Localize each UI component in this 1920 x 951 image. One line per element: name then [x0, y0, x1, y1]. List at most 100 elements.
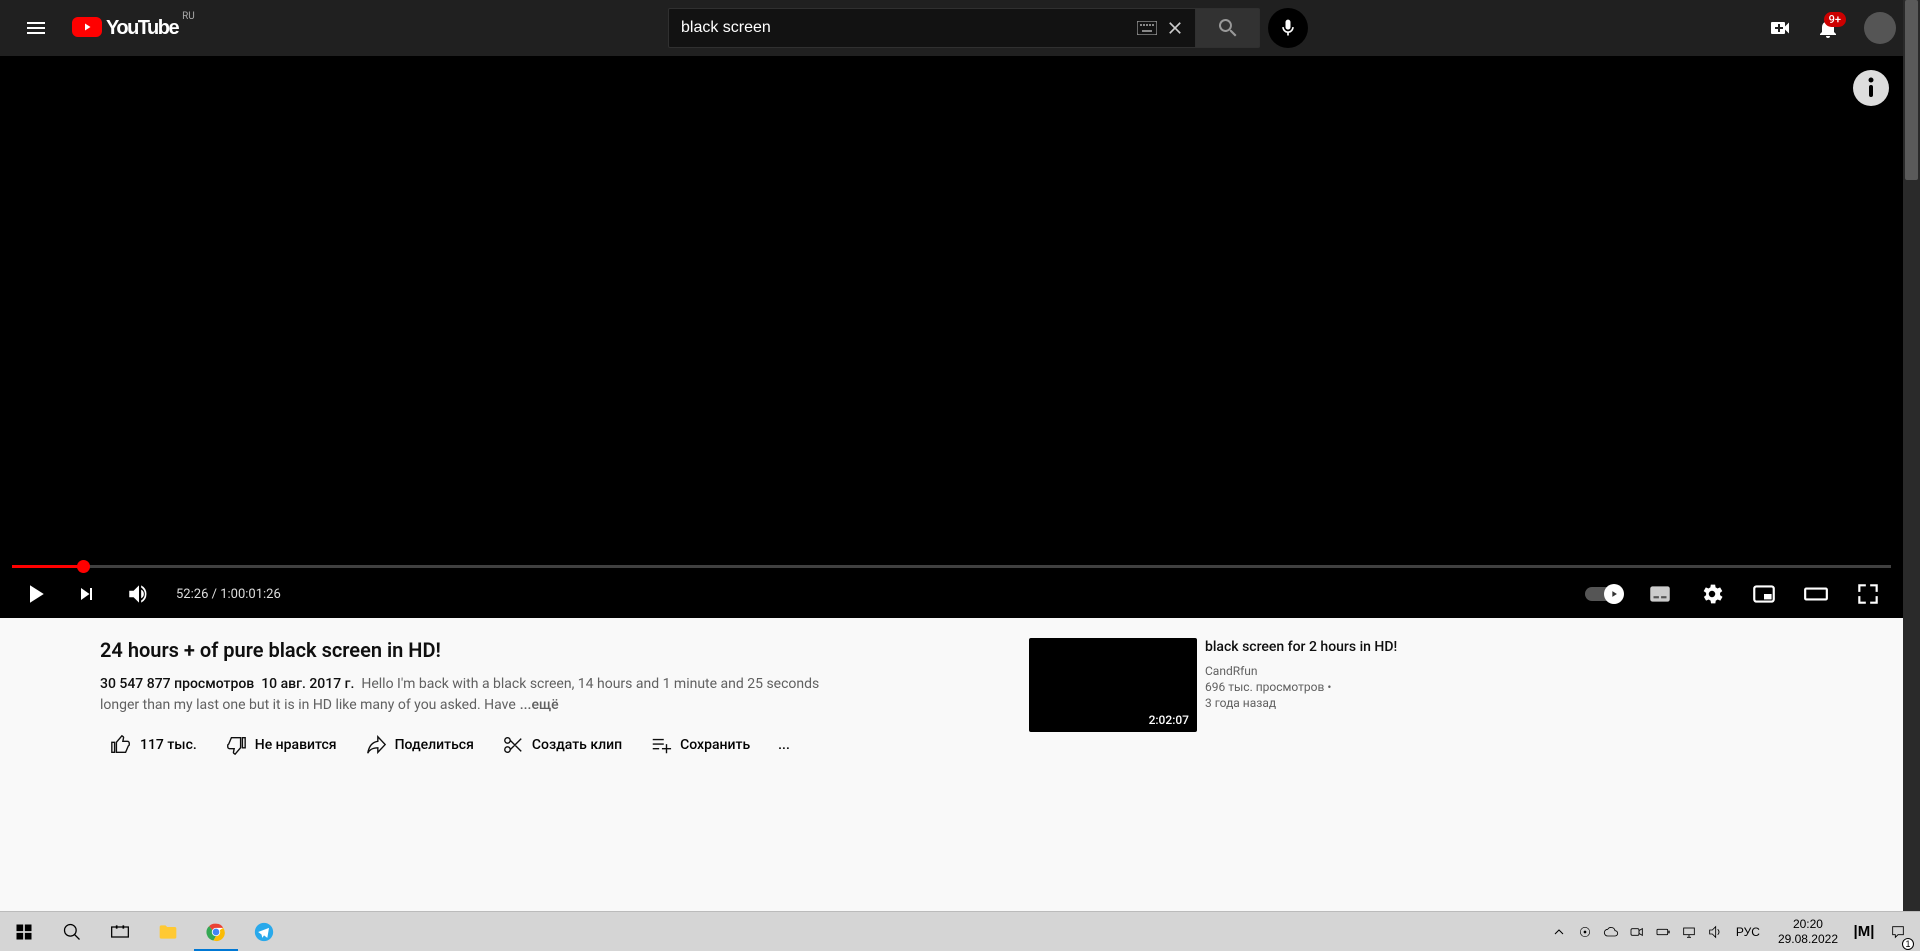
- header-center: [216, 8, 1760, 48]
- share-icon: [365, 734, 387, 756]
- chevron-up-icon: [1551, 924, 1567, 940]
- recommendation-channel[interactable]: CandRfun: [1205, 662, 1431, 680]
- theater-button[interactable]: [1793, 570, 1839, 618]
- share-button[interactable]: Поделиться: [355, 726, 484, 764]
- video-meta: 30 547 877 просмотров 10 авг. 2017 г. He…: [100, 674, 820, 716]
- action-center-icon: [1890, 924, 1906, 940]
- folder-icon: [158, 922, 178, 942]
- search-box[interactable]: [668, 8, 1196, 48]
- action-row: 117 тыс. Не нравится Поделиться Создать …: [100, 726, 1005, 764]
- scrollbar-thumb[interactable]: [1905, 0, 1918, 180]
- subtitles-button[interactable]: [1637, 570, 1683, 618]
- more-actions-button[interactable]: ...: [768, 729, 800, 761]
- volume-button[interactable]: [116, 570, 162, 618]
- time-display: 52:26 / 1:00:01:26: [176, 587, 281, 602]
- youtube-logo-icon: [72, 17, 102, 37]
- like-button[interactable]: 117 тыс.: [100, 726, 207, 764]
- browser-scrollbar[interactable]: [1903, 0, 1920, 911]
- task-view-button[interactable]: [96, 912, 144, 951]
- account-avatar[interactable]: [1864, 12, 1896, 44]
- speaker-icon: [1707, 924, 1723, 940]
- play-button[interactable]: [12, 570, 58, 618]
- view-count: 30 547 877 просмотров: [100, 676, 254, 692]
- next-button[interactable]: [64, 570, 110, 618]
- tray-volume[interactable]: [1704, 912, 1726, 951]
- voice-search-button[interactable]: [1268, 8, 1308, 48]
- dislike-button[interactable]: Не нравится: [215, 726, 347, 764]
- save-button[interactable]: Сохранить: [640, 726, 760, 764]
- taskbar-app-telegram[interactable]: [240, 912, 288, 951]
- progress-bar[interactable]: [12, 565, 1891, 568]
- notification-badge: 9+: [1824, 12, 1846, 27]
- next-icon: [75, 582, 99, 606]
- tray-network[interactable]: [1678, 912, 1700, 951]
- header-right: 9+: [1760, 8, 1904, 48]
- start-button[interactable]: [0, 912, 48, 951]
- battery-icon: [1655, 924, 1671, 940]
- scissors-icon: [502, 734, 524, 756]
- taskbar-right: РУС 20:20 29.08.2022 |M| 1: [1548, 912, 1920, 951]
- search-button-taskbar[interactable]: [48, 912, 96, 951]
- miniplayer-button[interactable]: [1741, 570, 1787, 618]
- task-view-icon: [110, 922, 130, 942]
- autoplay-knob: [1604, 584, 1624, 604]
- recommendation-item[interactable]: 2:02:07 black screen for 2 hours in HD! …: [1029, 638, 1431, 732]
- create-button[interactable]: [1760, 8, 1800, 48]
- miniplayer-icon: [1751, 581, 1777, 607]
- progress-played: [12, 565, 83, 568]
- fullscreen-button[interactable]: [1845, 570, 1891, 618]
- recommendation-thumbnail[interactable]: 2:02:07: [1029, 638, 1197, 732]
- taskbar-time: 20:20: [1778, 917, 1838, 931]
- search-icon: [1216, 16, 1240, 40]
- publish-date: 10 авг. 2017 г.: [261, 676, 354, 692]
- playlist-add-icon: [650, 734, 672, 756]
- video-plus-icon: [1768, 16, 1792, 40]
- show-more-button[interactable]: ...ещё: [520, 697, 559, 713]
- subtitles-icon: [1647, 581, 1673, 607]
- recommendation-views: 696 тыс. просмотров •: [1205, 680, 1331, 694]
- keyboard-icon[interactable]: [1133, 14, 1161, 42]
- notifications-button[interactable]: 9+: [1808, 8, 1848, 48]
- taskbar-clock[interactable]: 20:20 29.08.2022: [1770, 917, 1846, 946]
- tray-meet-now[interactable]: [1626, 912, 1648, 951]
- controls-right: [1585, 570, 1891, 618]
- thumb-down-icon: [225, 734, 247, 756]
- primary-column: 24 hours + of pure black screen in HD! 3…: [100, 638, 1005, 911]
- header-left: YouTube RU: [16, 8, 216, 48]
- chrome-icon: [206, 922, 226, 942]
- guide-menu-button[interactable]: [16, 8, 56, 48]
- video-surface[interactable]: [0, 56, 1903, 618]
- app-letters-icon: |M|: [1854, 923, 1875, 940]
- duration: 1:00:01:26: [220, 587, 281, 602]
- action-center-button[interactable]: 1: [1882, 912, 1914, 951]
- clear-search-button[interactable]: [1161, 14, 1189, 42]
- recommendation-meta: black screen for 2 hours in HD! CandRfun…: [1205, 638, 1431, 732]
- autoplay-toggle[interactable]: [1585, 587, 1621, 601]
- tray-battery[interactable]: [1652, 912, 1674, 951]
- microphone-icon: [1278, 18, 1298, 38]
- recommendation-title[interactable]: black screen for 2 hours in HD!: [1205, 638, 1431, 656]
- tray-location[interactable]: [1574, 912, 1596, 951]
- clip-button[interactable]: Создать клип: [492, 726, 632, 764]
- search-button[interactable]: [1196, 8, 1260, 48]
- close-icon: [1165, 18, 1185, 38]
- tray-onedrive[interactable]: [1600, 912, 1622, 951]
- video-player[interactable]: 52:26 / 1:00:01:26: [0, 56, 1903, 618]
- network-icon: [1681, 924, 1697, 940]
- action-center-count: 1: [1902, 938, 1914, 950]
- windows-taskbar: РУС 20:20 29.08.2022 |M| 1: [0, 911, 1920, 951]
- info-card-button[interactable]: [1853, 70, 1889, 106]
- youtube-logo[interactable]: YouTube RU: [72, 17, 195, 40]
- youtube-country-code: RU: [182, 11, 195, 22]
- tray-chevron[interactable]: [1548, 912, 1570, 951]
- play-icon: [20, 579, 50, 609]
- search-input[interactable]: [681, 19, 1133, 37]
- player-controls: 52:26 / 1:00:01:26: [0, 570, 1903, 618]
- tray-extra-app[interactable]: |M|: [1850, 912, 1878, 951]
- secondary-column: 2:02:07 black screen for 2 hours in HD! …: [1029, 638, 1431, 911]
- language-indicator[interactable]: РУС: [1730, 925, 1766, 939]
- settings-button[interactable]: [1689, 570, 1735, 618]
- taskbar-app-explorer[interactable]: [144, 912, 192, 951]
- taskbar-app-chrome[interactable]: [192, 912, 240, 951]
- theater-icon: [1803, 581, 1829, 607]
